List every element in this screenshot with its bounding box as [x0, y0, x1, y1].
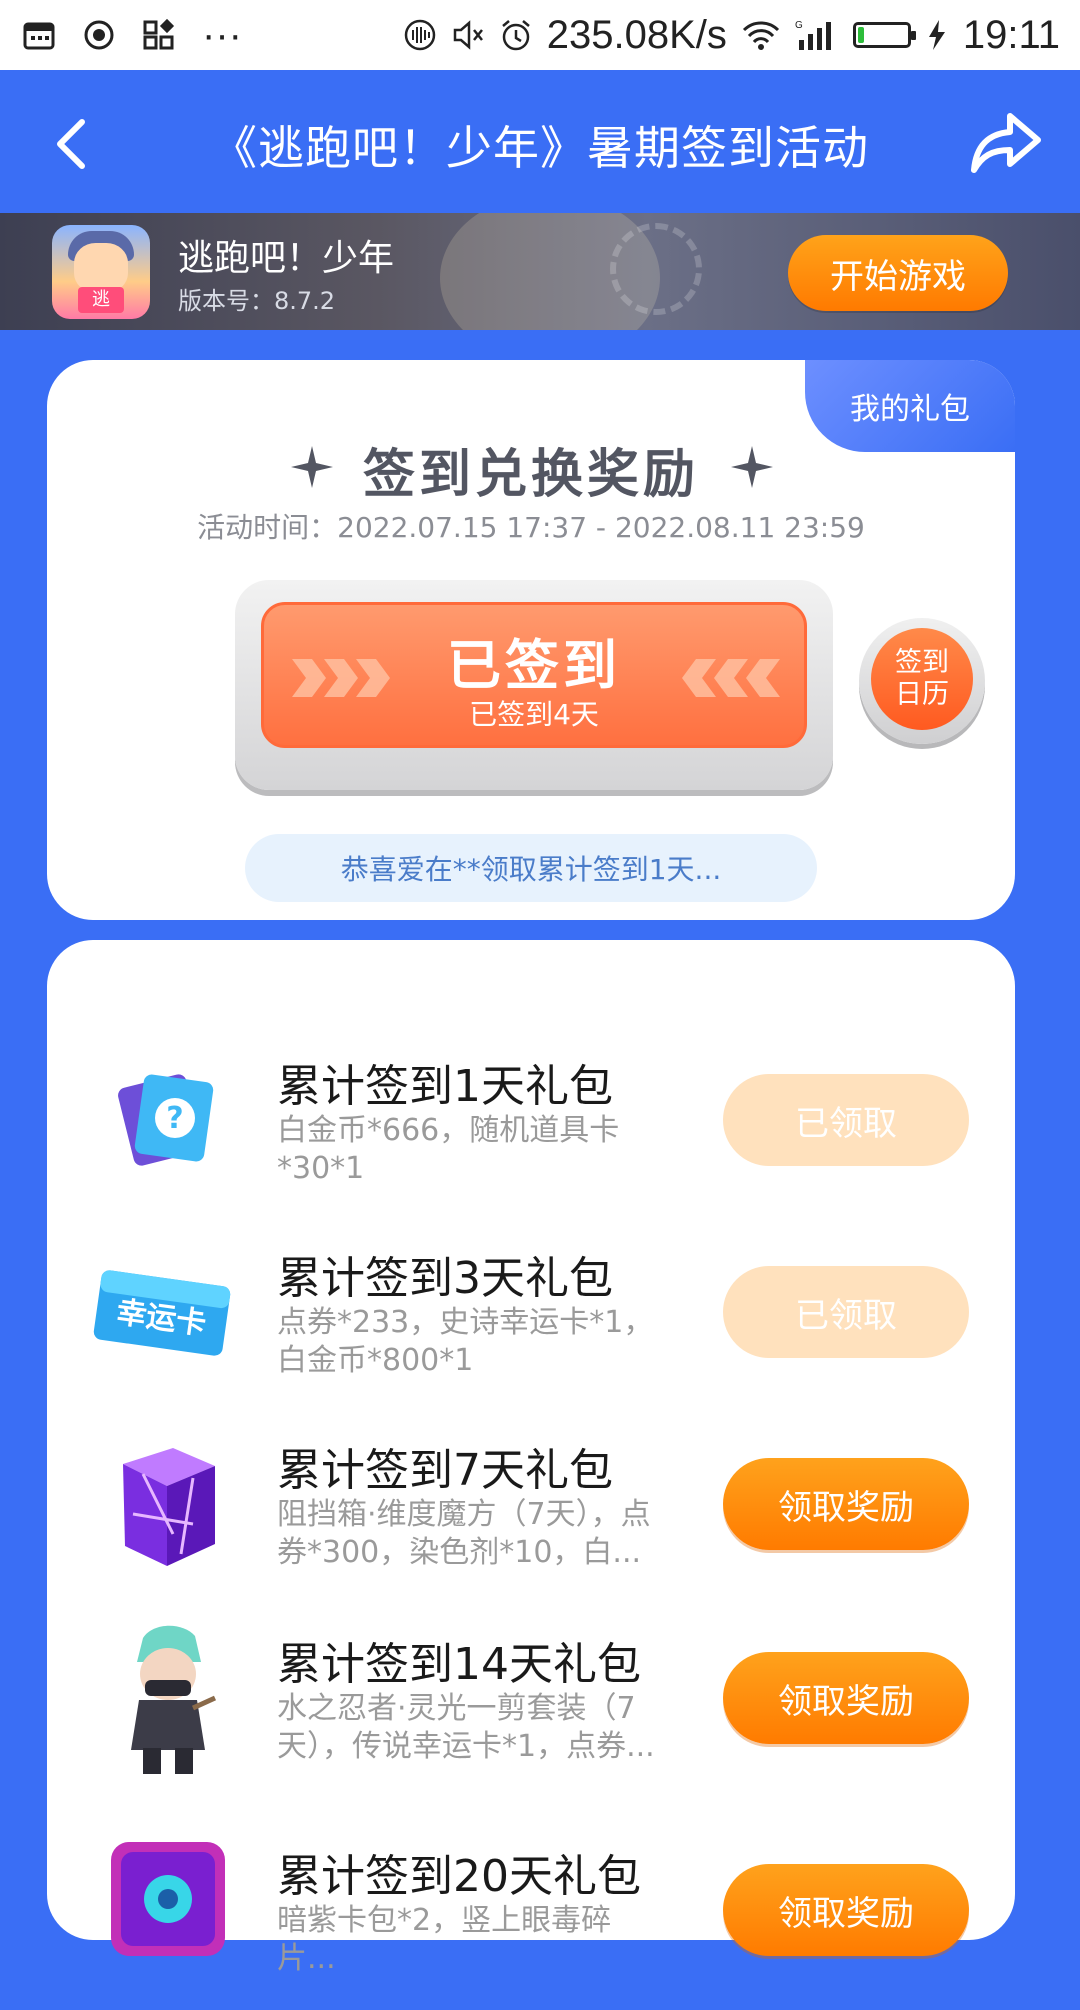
battery-icon [852, 22, 916, 48]
gift-desc: 点券*233，史诗幸运卡*1，白金币*800*1 [277, 1305, 654, 1378]
game-info-bar: 逃 逃跑吧！少年 版本号：8.7.2 开始游戏 [0, 213, 1080, 330]
gift-claimed-button[interactable]: 已领取 [723, 1266, 969, 1358]
gift-row: 累计签到7天礼包 阻挡箱·维度魔方（7天），点券*300，染色剂*10，白...… [47, 1434, 1015, 1604]
more-dots: ··· [202, 12, 242, 57]
chevron-left-icon [682, 659, 780, 697]
gift-row: 累计签到20天礼包 暗紫卡包*2，竖上眼毒碎片... 领取奖励 [47, 1840, 1015, 2010]
status-left-icons: ··· [0, 13, 242, 58]
share-icon[interactable] [970, 110, 1042, 176]
signin-button-face: 已签到 已签到4天 [261, 602, 807, 748]
claim-reward-button[interactable]: 领取奖励 [723, 1652, 969, 1744]
gift-row: 幸运卡 累计签到3天礼包 点券*233，史诗幸运卡*1，白金币*800*1 已领… [47, 1242, 1015, 1412]
notice-marquee: 恭喜爱在**领取累计签到1天... [245, 834, 817, 902]
calendar-label-line2: 日历 [895, 679, 949, 710]
claim-reward-button[interactable]: 领取奖励 [723, 1458, 969, 1550]
gift-title: 累计签到14天礼包 [277, 1639, 641, 1690]
game-icon-sign: 逃 [78, 287, 124, 313]
gift-claimed-button[interactable]: 已领取 [723, 1074, 969, 1166]
clock: 19:11 [962, 12, 1060, 57]
activity-time: 活动时间：2022.07.15 17:37 - 2022.08.11 23:59 [197, 511, 865, 544]
gift-title: 累计签到1天礼包 [277, 1061, 613, 1112]
sparkle-icon [731, 446, 773, 488]
gift-title: 累计签到20天礼包 [277, 1851, 641, 1902]
svg-text:?: ? [166, 1101, 183, 1136]
game-icon[interactable]: 逃 [52, 225, 150, 319]
gift-list-card: ? 累计签到1天礼包 白金币*666，随机道具卡*30*1 已领取 幸运卡 累计… [47, 940, 1015, 1976]
signin-button[interactable]: 已签到 已签到4天 [235, 580, 833, 790]
gift-desc: 水之忍者·灵光一剪套装（7天），传说幸运卡*1，点券... [277, 1691, 655, 1764]
purple-cube-icon [123, 1448, 215, 1566]
gift-title: 累计签到7天礼包 [277, 1445, 613, 1496]
svg-text:G: G [795, 20, 803, 31]
ninja-character-icon [131, 1625, 217, 1774]
battery-fill [857, 27, 864, 43]
question-card-icon: ? [118, 1074, 214, 1166]
status-bar: ··· 235.08K/s G 19:11 [0, 0, 1080, 70]
game-name: 逃跑吧！少年 [178, 238, 395, 279]
charging-icon [928, 20, 945, 50]
signin-card: 我的礼包 签到兑换奖励 活动时间：2022.07.15 17:37 - 2022… [47, 360, 1015, 920]
calendar-icon [23, 22, 55, 50]
gift-row: 累计签到14天礼包 水之忍者·灵光一剪套装（7天），传说幸运卡*1，点券... … [47, 1625, 1015, 1798]
card-pack-icon [111, 1842, 225, 1956]
page-title: 《逃跑吧！少年》暑期签到活动 [211, 121, 869, 175]
gift-desc: 白金币*666，随机道具卡*30*1 [277, 1113, 620, 1186]
record-icon [84, 20, 114, 50]
start-game-button[interactable]: 开始游戏 [788, 235, 1008, 311]
apps-icon [143, 18, 175, 50]
lucky-card-icon: 幸运卡 [93, 1270, 231, 1356]
calendar-label-line1: 签到 [895, 647, 949, 678]
vibrate-icon [404, 19, 435, 51]
signin-calendar-button[interactable]: 签到 日历 [859, 618, 985, 744]
gift-desc: 阻挡箱·维度魔方（7天），点券*300，染色剂*10，白... [277, 1497, 651, 1570]
gift-title: 累计签到3天礼包 [277, 1253, 613, 1304]
status-right-icons: 235.08K/s G 19:11 [403, 13, 1080, 58]
character-face [74, 243, 128, 293]
game-version: 版本号：8.7.2 [178, 287, 336, 315]
network-speed: 235.08K/s [546, 12, 727, 57]
banner-decoration [610, 223, 702, 315]
wifi-icon [742, 21, 779, 50]
claim-reward-button[interactable]: 领取奖励 [723, 1864, 969, 1956]
mute-icon [453, 20, 483, 50]
header: 《逃跑吧！少年》暑期签到活动 [0, 70, 1080, 213]
signin-title: 签到兑换奖励 [362, 445, 699, 505]
alarm-icon [501, 20, 530, 51]
signin-calendar-face: 签到 日历 [871, 628, 973, 730]
gift-row: ? 累计签到1天礼包 白金币*666，随机道具卡*30*1 已领取 [47, 1050, 1015, 1220]
gift-desc: 暗紫卡包*2，竖上眼毒碎片... [277, 1903, 612, 1976]
signal-icon: G [795, 20, 831, 50]
